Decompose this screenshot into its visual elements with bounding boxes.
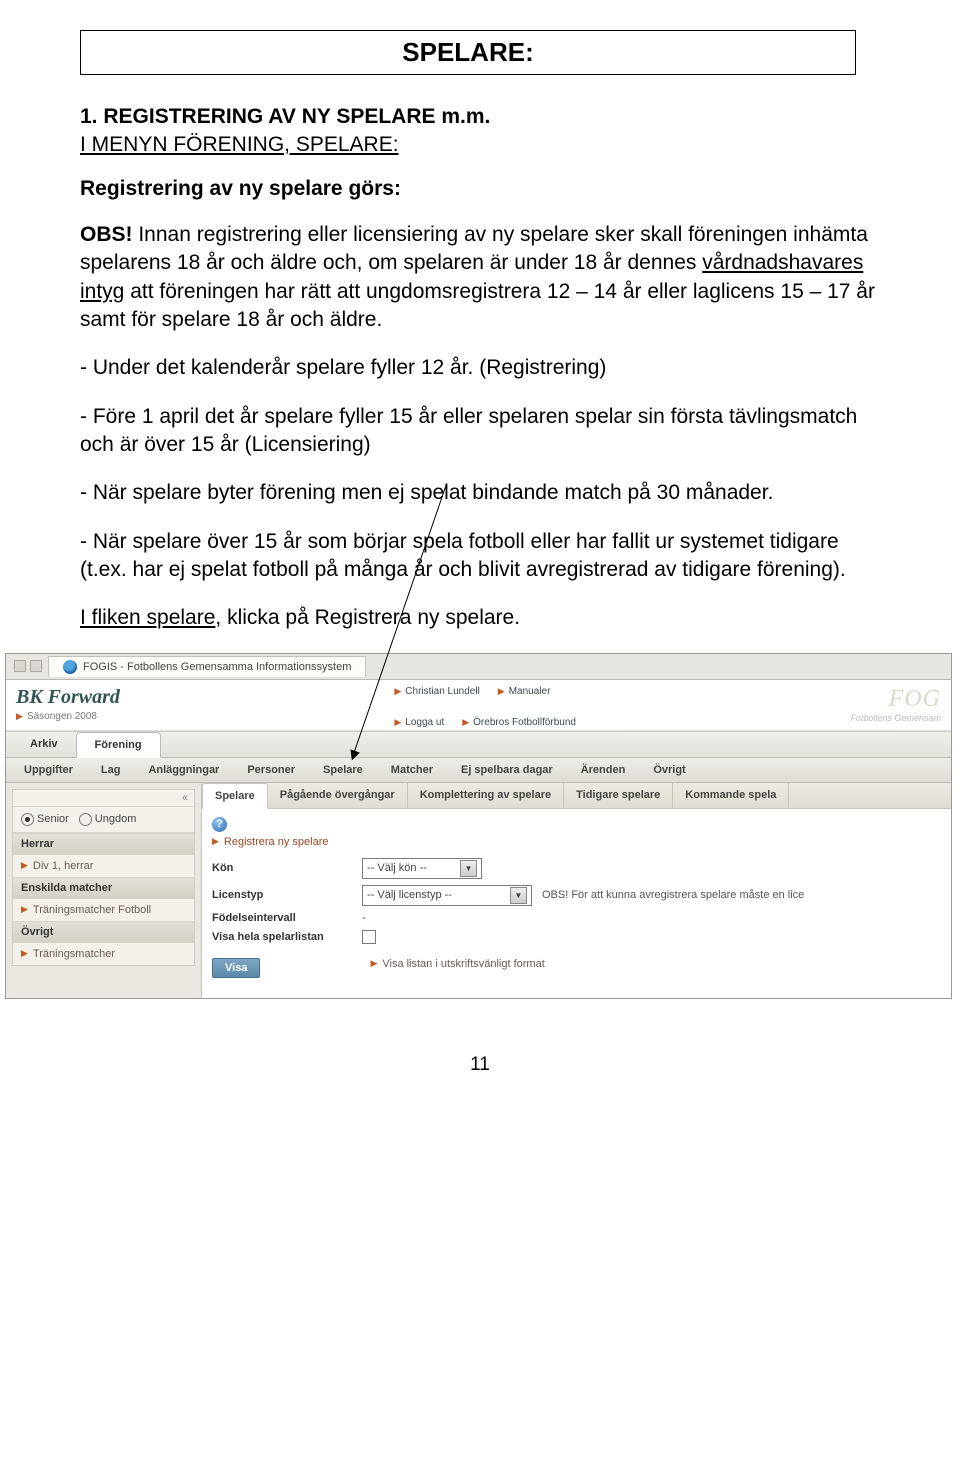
triangle-icon: ▶ — [462, 717, 469, 728]
sub-tab[interactable]: Personer — [233, 758, 309, 782]
help-icon[interactable]: ? — [212, 817, 227, 832]
subheading: Registrering av ny spelare görs: — [80, 177, 880, 201]
browser-tab-bar: FOGIS - Fotbollens Gemensamma Informatio… — [6, 654, 951, 680]
fodelse-value: - — [362, 912, 366, 924]
paragraph-bullet-4: - När spelare över 15 år som börjar spel… — [80, 528, 880, 585]
app-screenshot: FOGIS - Fotbollens Gemensamma Informatio… — [5, 653, 952, 999]
sub-tab[interactable]: Lag — [87, 758, 135, 782]
content-tab-komplettering[interactable]: Komplettering av spelare — [408, 783, 564, 808]
register-link[interactable]: ▶ Registrera ny spelare — [212, 836, 941, 848]
banner-link-forbund[interactable]: ▶Örebros Fotbollförbund — [462, 717, 576, 728]
sub-tab[interactable]: Spelare — [309, 758, 377, 782]
radio-senior[interactable]: Senior — [21, 813, 69, 826]
select-licenstyp[interactable]: -- Välj licenstyp -- ▼ — [362, 885, 532, 906]
banner-link-manualer[interactable]: ▶Manualer — [498, 686, 551, 697]
sidebar-head-enskilda: Enskilda matcher — [13, 877, 194, 899]
page-number: 11 — [80, 1054, 880, 1076]
nav-icon[interactable] — [14, 660, 26, 672]
sub-tab[interactable]: Matcher — [377, 758, 447, 782]
app-banner: BK Forward ▶ Säsongen 2008 ▶Christian Lu… — [6, 680, 951, 731]
label-fodelseintervall: Födelseintervall — [212, 912, 362, 924]
content-panel: Spelare Pågående övergångar Kompletterin… — [202, 783, 951, 998]
sub-tab[interactable]: Uppgifter — [10, 758, 87, 782]
sub-tab[interactable]: Anläggningar — [134, 758, 233, 782]
main-tab-arkiv[interactable]: Arkiv — [12, 732, 76, 757]
sidebar-head-herrar: Herrar — [13, 833, 194, 855]
main-nav: Arkiv Förening — [6, 731, 951, 758]
chevron-down-icon: ▼ — [460, 860, 477, 877]
paragraph-instruction: I fliken spelare, klicka på Registrera n… — [80, 604, 880, 632]
chevron-down-icon: ▼ — [510, 887, 527, 904]
sub-tab[interactable]: Övrigt — [639, 758, 699, 782]
print-link[interactable]: ▶ Visa listan i utskriftsvänligt format — [370, 958, 544, 970]
select-kon[interactable]: -- Välj kön -- ▼ — [362, 858, 482, 879]
label-licenstyp: Licenstyp — [212, 889, 362, 901]
sub-tab[interactable]: Ej spelbara dagar — [447, 758, 567, 782]
sidebar: « Senior Ungdom Herrar ▶Div 1, herrar — [6, 783, 202, 998]
sidebar-item-tranings[interactable]: ▶Träningsmatcher — [13, 943, 194, 965]
sidebar-head-ovrigt: Övrigt — [13, 921, 194, 943]
content-tab-kommande[interactable]: Kommande spela — [673, 783, 789, 808]
triangle-icon: ▶ — [394, 686, 401, 697]
fog-subtitle: Fotbollens Gemensam — [850, 713, 941, 723]
paragraph-bullet-3: - När spelare byter förening men ej spel… — [80, 479, 880, 507]
section-link: I MENYN FÖRENING, SPELARE: — [80, 133, 880, 157]
triangle-icon: ▶ — [370, 958, 377, 969]
banner-link-logout[interactable]: ▶Logga ut — [394, 717, 444, 728]
triangle-icon: ▶ — [21, 904, 28, 915]
content-tab-pagaende[interactable]: Pågående övergångar — [268, 783, 408, 808]
browser-tab-title: FOGIS - Fotbollens Gemensamma Informatio… — [83, 661, 351, 673]
triangle-icon: ▶ — [21, 948, 28, 959]
club-name: BK Forward — [16, 686, 120, 709]
page-title: SPELARE: — [93, 37, 843, 68]
checkbox-visa-hela[interactable] — [362, 930, 376, 944]
browser-nav-icons — [14, 660, 42, 672]
title-box: SPELARE: — [80, 30, 856, 75]
browser-tab[interactable]: FOGIS - Fotbollens Gemensamma Informatio… — [48, 656, 366, 677]
triangle-icon: ▶ — [16, 711, 23, 722]
radio-ungdom[interactable]: Ungdom — [79, 813, 137, 826]
fog-logo: FOG — [850, 686, 941, 713]
label-visa-hela: Visa hela spelarlistan — [212, 931, 362, 943]
sidebar-item-div1[interactable]: ▶Div 1, herrar — [13, 855, 194, 877]
section-heading: 1. REGISTRERING AV NY SPELARE m.m. — [80, 105, 880, 129]
triangle-icon: ▶ — [498, 686, 505, 697]
sub-nav: Uppgifter Lag Anläggningar Personer Spel… — [6, 758, 951, 783]
content-tab-spelare[interactable]: Spelare — [202, 783, 268, 809]
visa-button[interactable]: Visa — [212, 958, 260, 978]
nav-icon[interactable] — [30, 660, 42, 672]
radio-icon — [21, 813, 34, 826]
season-link[interactable]: ▶ Säsongen 2008 — [16, 711, 120, 722]
content-tab-tidigare[interactable]: Tidigare spelare — [564, 783, 673, 808]
triangle-icon: ▶ — [21, 860, 28, 871]
paragraph-intro: OBS! Innan registrering eller licensieri… — [80, 221, 880, 334]
radio-icon — [79, 813, 92, 826]
paragraph-bullet-1: - Under det kalenderår spelare fyller 12… — [80, 354, 880, 382]
triangle-icon: ▶ — [212, 836, 219, 847]
licenstyp-note: OBS! För att kunna avregistrera spelare … — [542, 889, 804, 901]
triangle-icon: ▶ — [394, 717, 401, 728]
banner-link-user[interactable]: ▶Christian Lundell — [394, 686, 479, 697]
ie-favicon-icon — [63, 660, 77, 674]
sidebar-collapse[interactable]: « — [13, 790, 194, 807]
sub-tab[interactable]: Ärenden — [567, 758, 640, 782]
sidebar-item-tranings-fotboll[interactable]: ▶Träningsmatcher Fotboll — [13, 899, 194, 921]
paragraph-bullet-2: - Före 1 april det år spelare fyller 15 … — [80, 403, 880, 460]
content-tabs: Spelare Pågående övergångar Kompletterin… — [202, 783, 951, 809]
main-tab-forening[interactable]: Förening — [76, 732, 161, 758]
label-kon: Kön — [212, 862, 362, 874]
